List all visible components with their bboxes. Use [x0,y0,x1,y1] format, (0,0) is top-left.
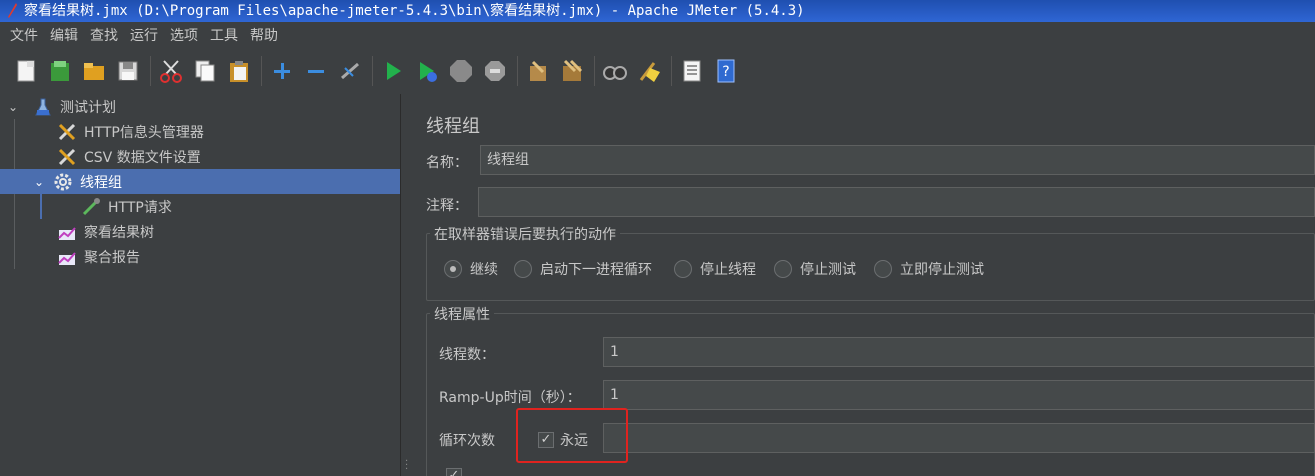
help-icon[interactable]: ? [712,57,740,85]
radio-label: 启动下一进程循环 [540,262,652,278]
radio-selected-icon[interactable] [444,260,462,278]
radio-label: 继续 [470,262,498,278]
start-no-pause-icon[interactable] [413,57,441,85]
tree-item-http-header-manager[interactable]: HTTP信息头管理器 [0,119,400,144]
menu-options[interactable]: 选项 [170,25,198,45]
tree-item-csv-data-set[interactable]: CSV 数据文件设置 [0,144,400,169]
cut-icon[interactable] [157,57,185,85]
sampler-error-action-label: 在取样器错误后要执行的动作 [430,224,620,244]
reset-search-icon[interactable] [635,57,663,85]
radio-label: 停止测试 [800,262,856,278]
tree-item-test-plan[interactable]: ⌄ 测试计划 [0,94,400,119]
menu-help[interactable]: 帮助 [250,25,278,45]
shutdown-icon[interactable] [481,57,509,85]
tree-item-label: CSV 数据文件设置 [84,149,201,166]
thread-properties-label: 线程属性 [430,304,494,324]
annotation-highlight-box [516,408,628,463]
thread-count-field[interactable]: 1 [603,337,1315,367]
toolbar: ? [0,48,1315,94]
same-user-checkbox[interactable]: ✓ [446,468,468,476]
radio-continue[interactable]: 继续 [444,259,498,279]
pipette-icon [80,196,102,218]
page-title: 线程组 [426,116,480,137]
chevron-down-icon[interactable]: ⌄ [32,175,46,189]
name-label: 名称： [426,155,468,171]
clear-all-icon[interactable] [558,57,586,85]
menu-file[interactable]: 文件 [10,25,38,45]
tree-item-label: 聚合报告 [84,249,140,266]
rampup-label: Ramp-Up时间（秒）： [439,390,581,406]
open-icon[interactable] [80,57,108,85]
tree-item-label: HTTP请求 [108,199,172,216]
radio-icon[interactable] [874,260,892,278]
menu-search[interactable]: 查找 [90,25,118,45]
toolbar-separator [372,56,373,86]
radio-label: 立即停止测试 [900,262,984,278]
search-icon[interactable] [601,57,629,85]
toolbar-separator [671,56,672,86]
chevron-down-icon[interactable]: ⌄ [6,100,20,114]
name-field[interactable]: 线程组 [480,145,1315,175]
start-icon[interactable] [379,57,407,85]
function-helper-icon[interactable] [678,57,706,85]
menu-bar: 文件 编辑 查找 运行 选项 工具 帮助 [0,22,1315,48]
tree-item-label: 测试计划 [60,99,116,116]
templates-icon[interactable] [46,57,74,85]
tree-item-view-results-tree[interactable]: 察看结果树 [0,219,400,244]
jmeter-feather-icon [8,3,17,18]
radio-stop-test-now[interactable]: 立即停止测试 [874,259,984,279]
radio-icon[interactable] [774,260,792,278]
expand-icon[interactable] [268,57,296,85]
tree-item-label: 线程组 [80,174,122,191]
tree-item-aggregate-report[interactable]: 聚合报告 [0,244,400,269]
radio-stop-test[interactable]: 停止测试 [774,259,856,279]
new-icon[interactable] [12,57,40,85]
svg-text:?: ? [722,64,729,80]
tree-item-thread-group[interactable]: ⌄ 线程组 [0,169,400,194]
menu-tools[interactable]: 工具 [210,25,238,45]
checkmark-icon[interactable]: ✓ [446,468,462,476]
loop-count-field[interactable] [603,423,1315,453]
thread-count-label: 线程数： [439,347,495,363]
split-pane-divider[interactable]: · · · [400,94,412,476]
tree-item-label: HTTP信息头管理器 [84,124,204,141]
config-tools-icon [56,121,78,143]
radio-icon[interactable] [514,260,532,278]
thread-group-panel: 线程组 名称： 线程组 注释： 在取样器错误后要执行的动作 继续 启动下一进程循… [412,94,1315,476]
window-title-bar: 察看结果树.jmx (D:\Program Files\apache-jmete… [0,0,1315,22]
tree-item-http-request[interactable]: HTTP请求 [0,194,400,219]
test-plan-icon [32,96,54,118]
radio-stop-thread[interactable]: 停止线程 [674,259,756,279]
comment-field[interactable] [478,187,1315,217]
gear-icon [52,171,74,193]
save-icon[interactable] [114,57,142,85]
drag-handle-icon[interactable]: · · · [405,457,408,475]
test-plan-tree: ⌄ 测试计划 HTTP信息头管理器 CSV 数据文件设置 ⌄ 线程组 HTTP请… [0,94,400,476]
toolbar-separator [261,56,262,86]
window-title: 察看结果树.jmx (D:\Program Files\apache-jmete… [24,3,805,19]
radio-start-next-loop[interactable]: 启动下一进程循环 [514,259,652,279]
paste-icon[interactable] [225,57,253,85]
clear-icon[interactable] [524,57,552,85]
loop-count-label: 循环次数 [439,433,495,449]
menu-run[interactable]: 运行 [130,25,158,45]
toolbar-separator [594,56,595,86]
comment-label: 注释： [426,198,468,214]
config-tools-icon [56,146,78,168]
stop-icon[interactable] [447,57,475,85]
listener-icon [56,221,78,243]
copy-icon[interactable] [191,57,219,85]
listener-icon [56,246,78,268]
menu-edit[interactable]: 编辑 [50,25,78,45]
radio-label: 停止线程 [700,262,756,278]
toolbar-separator [517,56,518,86]
rampup-field[interactable]: 1 [603,380,1315,410]
toolbar-separator [150,56,151,86]
radio-icon[interactable] [674,260,692,278]
toggle-icon[interactable] [336,57,364,85]
collapse-icon[interactable] [302,57,330,85]
tree-item-label: 察看结果树 [84,224,154,241]
